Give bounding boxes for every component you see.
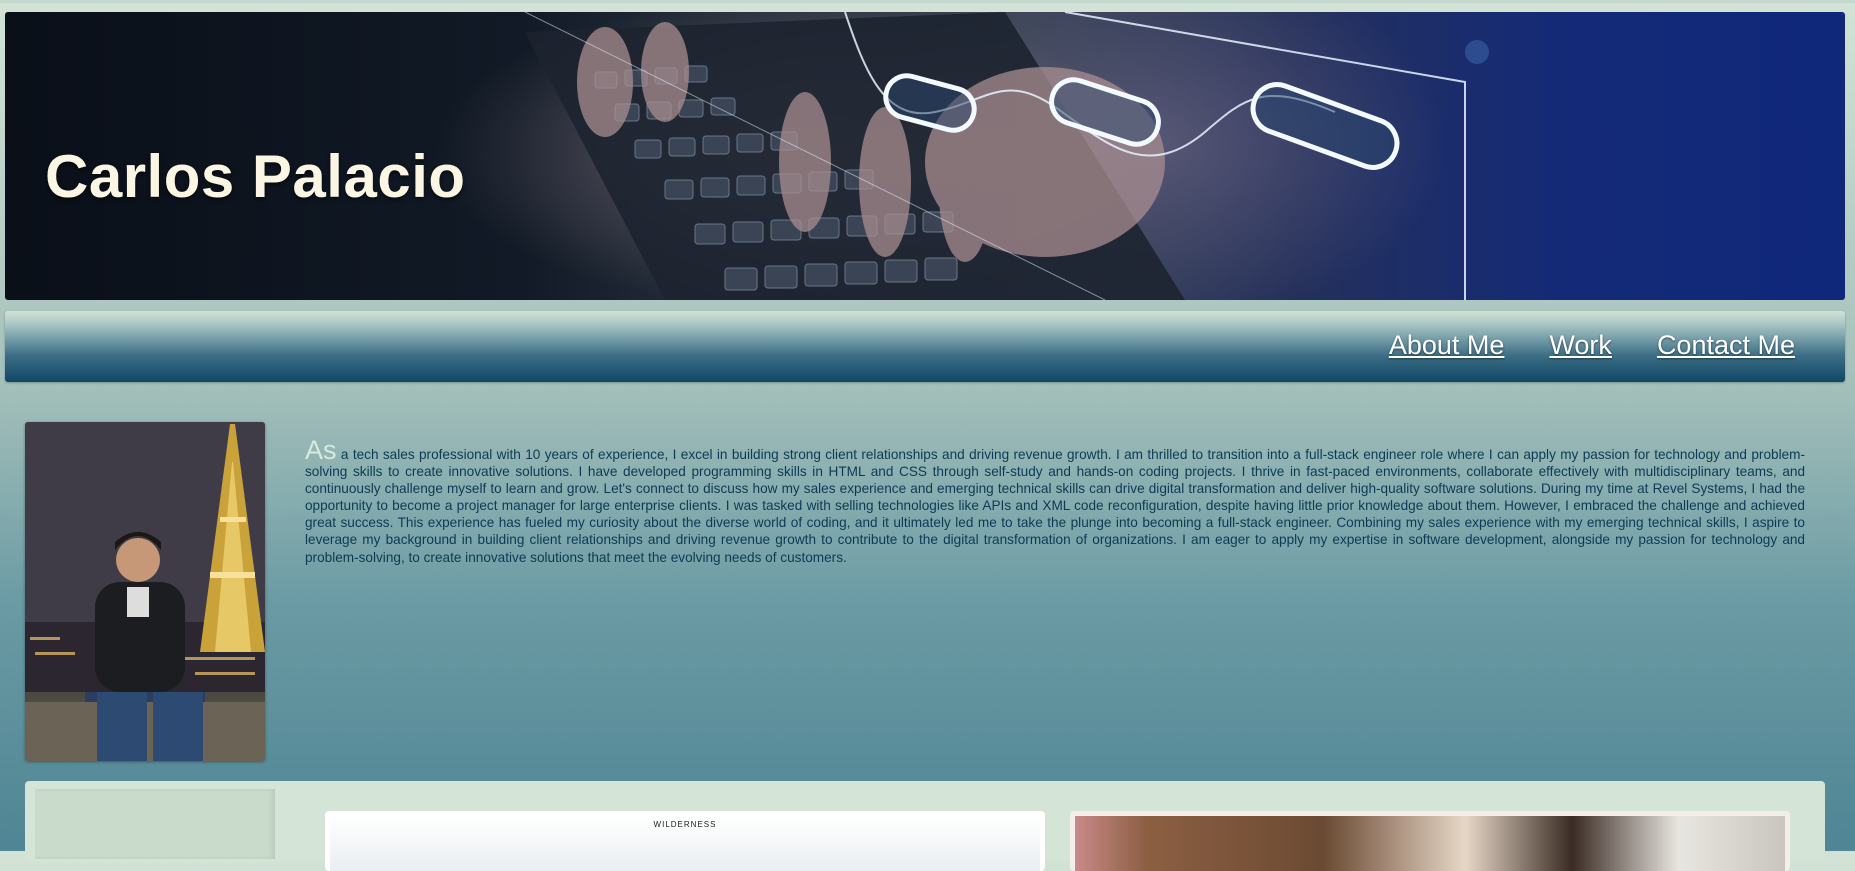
- hero-banner: Carlos Palacio: [5, 12, 1845, 300]
- top-border: [0, 0, 1855, 3]
- site-title: Carlos Palacio: [45, 143, 466, 210]
- work-card-1[interactable]: WILDERNESS: [325, 811, 1045, 871]
- work-sidebar: [35, 789, 275, 859]
- profile-photo: [25, 422, 265, 761]
- nav-link-work[interactable]: Work: [1549, 330, 1612, 360]
- nav-link-about-me[interactable]: About Me: [1389, 330, 1505, 360]
- about-text: a tech sales professional with 10 years …: [305, 447, 1805, 565]
- work-card-2[interactable]: [1070, 811, 1790, 871]
- work-section: WILDERNESS: [25, 781, 1825, 871]
- dropcap: As: [305, 435, 337, 465]
- main-nav: About Me Work Contact Me: [5, 311, 1845, 382]
- nav-link-contact-me[interactable]: Contact Me: [1657, 330, 1795, 360]
- about-paragraph: As a tech sales professional with 10 yea…: [305, 437, 1805, 566]
- work-card-1-caption: WILDERNESS: [653, 820, 717, 829]
- work-card-2-image: [1075, 816, 1785, 871]
- work-card-1-image: WILDERNESS: [330, 816, 1040, 871]
